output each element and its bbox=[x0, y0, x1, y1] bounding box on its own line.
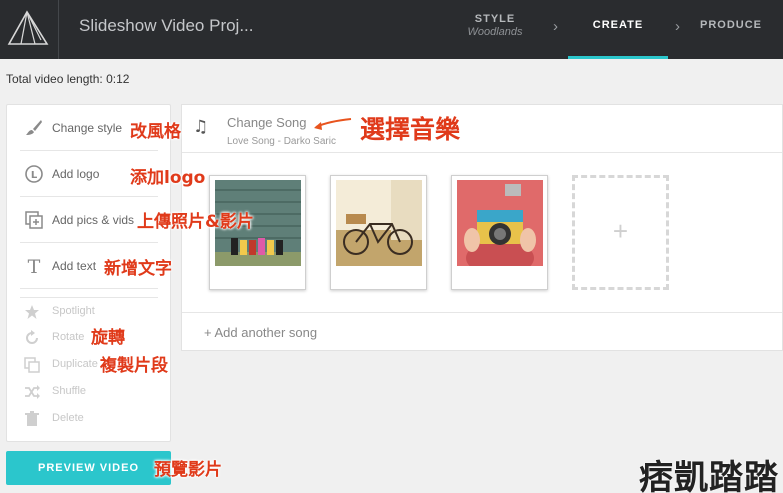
annotation-add-pics: 上傳照片&影片 bbox=[137, 212, 254, 232]
watermark: 痞凱踏踏 bbox=[639, 458, 779, 493]
active-step-indicator bbox=[568, 56, 668, 59]
slides-strip: + bbox=[182, 153, 782, 313]
video-length: Total video length: 0:12 bbox=[6, 72, 130, 86]
camera-photo bbox=[457, 180, 543, 266]
music-note-icon: ♫ bbox=[193, 117, 209, 137]
annotation-change-style: 改風格 bbox=[130, 122, 181, 142]
annotation-preview: 預覽影片 bbox=[154, 460, 222, 480]
chevron-right-icon: › bbox=[553, 18, 558, 35]
svg-text:T: T bbox=[28, 256, 41, 276]
annotation-add-text: 新增文字 bbox=[104, 259, 172, 279]
add-slide-button[interactable]: + bbox=[572, 175, 669, 290]
sidebar-item-delete[interactable]: Delete bbox=[20, 405, 158, 432]
logo-icon: L bbox=[25, 165, 43, 183]
trash-icon bbox=[25, 411, 39, 426]
add-media-icon bbox=[25, 211, 43, 229]
sidebar-item-label: Duplicate bbox=[52, 358, 98, 370]
star-icon bbox=[25, 305, 39, 319]
step-produce[interactable]: PRODUCE bbox=[700, 19, 780, 31]
sidebar-item-label: Delete bbox=[52, 412, 84, 424]
sidebar-item-spotlight[interactable]: Spotlight bbox=[20, 297, 158, 324]
sidebar-item-rotate[interactable]: Rotate bbox=[20, 324, 158, 351]
text-icon: T bbox=[28, 256, 41, 276]
app-logo[interactable] bbox=[0, 0, 59, 59]
plus-icon: + bbox=[612, 216, 629, 246]
sidebar-item-label: Rotate bbox=[52, 331, 85, 343]
duplicate-icon bbox=[24, 357, 40, 373]
project-title[interactable]: Slideshow Video Proj... bbox=[79, 16, 254, 36]
step-style-label: STYLE bbox=[474, 13, 516, 25]
add-another-song-link[interactable]: + Add another song bbox=[204, 325, 317, 340]
step-style[interactable]: STYLE Woodlands bbox=[455, 13, 535, 38]
sidebar-item-label: Change style bbox=[52, 121, 123, 135]
current-song: Love Song - Darko Saric bbox=[227, 136, 336, 147]
paintbrush-icon bbox=[26, 120, 42, 135]
slide-thumbnail[interactable] bbox=[209, 175, 306, 290]
preview-video-button[interactable]: PREVIEW VIDEO bbox=[6, 451, 171, 485]
step-style-value: Woodlands bbox=[467, 26, 523, 38]
sidebar-item-label: Add logo bbox=[52, 167, 100, 181]
change-song-link[interactable]: Change Song bbox=[227, 115, 307, 130]
sidebar-item-label: Add pics & vids bbox=[52, 213, 135, 227]
sidebar-item-label: Spotlight bbox=[52, 305, 95, 317]
sidebar-item-label: Shuffle bbox=[52, 385, 87, 397]
annotation-rotate: 旋轉 bbox=[91, 328, 125, 348]
annotation-choose-music: 選擇音樂 bbox=[360, 115, 461, 144]
slide-thumbnail[interactable] bbox=[451, 175, 548, 290]
timeline-panel: Change Song Love Song - Darko Saric + + … bbox=[181, 104, 783, 351]
song-header[interactable]: Change Song Love Song - Darko Saric bbox=[182, 105, 782, 153]
step-create-label: CREATE bbox=[592, 19, 644, 31]
sidebar-item-shuffle[interactable]: Shuffle bbox=[20, 378, 158, 405]
chevron-right-icon: › bbox=[675, 18, 680, 35]
rotate-icon bbox=[26, 330, 38, 344]
svg-text:L: L bbox=[31, 170, 38, 181]
slide-thumbnail[interactable] bbox=[330, 175, 427, 290]
sidebar-item-label: Add text bbox=[52, 259, 97, 273]
shuffle-icon bbox=[25, 385, 40, 399]
arrow-left-icon bbox=[314, 118, 352, 130]
step-create[interactable]: CREATE bbox=[568, 0, 668, 59]
annotation-add-logo: 添加logo bbox=[130, 168, 206, 188]
annotation-duplicate: 複製片段 bbox=[100, 356, 168, 376]
bicycle-photo bbox=[336, 180, 422, 266]
top-bar: Slideshow Video Proj... STYLE Woodlands … bbox=[0, 0, 783, 59]
logo-icon bbox=[7, 10, 49, 45]
